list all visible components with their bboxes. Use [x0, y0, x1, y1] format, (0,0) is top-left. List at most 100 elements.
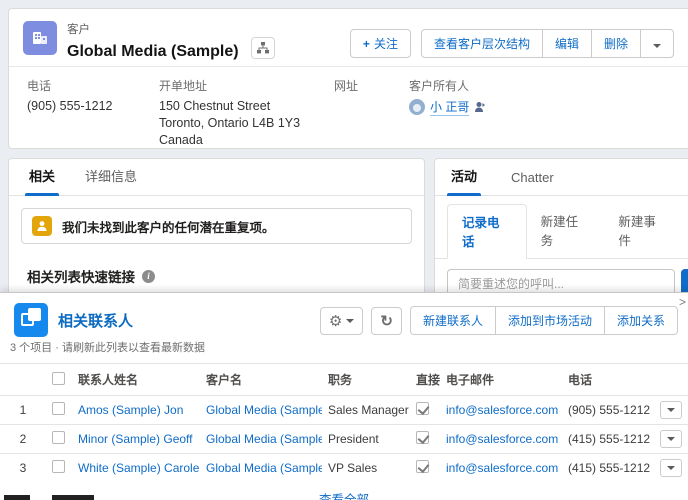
contact-name-link[interactable]: Minor (Sample) Geoff [78, 432, 193, 446]
related-contacts-panel: > 相关联系人 新建联系人 添加到市场活动 添加关系 3 个项目 · 请刷新此列… [0, 292, 688, 500]
contact-name-link[interactable]: Amos (Sample) Jon [78, 403, 183, 417]
account-icon [23, 21, 57, 55]
highlights-panel: 电话 (905) 555-1212 开单地址 150 Chestnut Stre… [9, 67, 688, 149]
row-actions-button[interactable] [660, 430, 682, 448]
record-actions: + 关注 查看客户层次结构 编辑 删除 [349, 29, 674, 58]
add-relationship-button[interactable]: 添加关系 [603, 306, 678, 335]
tab-chatter[interactable]: Chatter [511, 170, 554, 195]
account-name-link[interactable]: Global Media (Sample) [206, 461, 322, 475]
composer-tabs: 记录电话 新建任务 新建事件 [435, 196, 688, 259]
direct-checkbox [416, 431, 429, 444]
row-number-header [0, 363, 46, 396]
contact-name-link[interactable]: White (Sample) Carole [78, 461, 199, 475]
view-all-link[interactable]: 查看全部 [319, 493, 369, 500]
quick-links-title: 相关列表快速链接 [27, 270, 135, 285]
add-to-campaign-button[interactable]: 添加到市场活动 [494, 306, 604, 335]
table-row: 2 Minor (Sample) Geoff Global Media (Sam… [0, 424, 688, 454]
building-glyph [33, 32, 47, 44]
billing-address-field: 开单地址 150 Chestnut Street Toronto, Ontari… [159, 77, 334, 149]
col-direct[interactable]: 直接 [410, 363, 440, 396]
contact-title: Sales Manager [322, 395, 410, 425]
list-settings-button[interactable] [319, 306, 364, 335]
delete-button[interactable]: 删除 [590, 29, 640, 58]
info-icon[interactable]: i [142, 269, 155, 283]
billing-address-label: 开单地址 [159, 79, 208, 93]
billing-address-line1: 150 Chestnut Street [159, 99, 271, 113]
related-contacts-title: 相关联系人 [58, 313, 134, 330]
more-actions-button[interactable] [640, 29, 674, 58]
phone-label: 电话 [27, 79, 52, 93]
edit-button[interactable]: 编辑 [541, 29, 591, 58]
record-header-row: 客户 Global Media (Sample) + 关注 查看客户层次结构 编辑 [9, 9, 688, 67]
phone-value: (905) 555-1212 [27, 99, 113, 113]
account-owner-field: 客户所有人 小 正哥 [409, 77, 486, 149]
refresh-icon [380, 312, 393, 330]
contact-phone: (905) 555-1212 [562, 395, 654, 425]
row-checkbox[interactable] [52, 431, 65, 444]
plus-icon: + [362, 37, 370, 51]
row-number: 3 [0, 453, 46, 482]
panel-expand-chevron-icon[interactable]: > [679, 295, 686, 309]
account-name-link[interactable]: Global Media (Sample) [206, 432, 322, 446]
tab-related[interactable]: 相关 [24, 166, 60, 196]
contact-title: VP Sales [322, 453, 410, 482]
email-link[interactable]: info@salesforce.com [446, 403, 558, 417]
contact-phone: (415) 555-1212 [562, 453, 654, 482]
row-checkbox[interactable] [52, 402, 65, 415]
record-header-card: 客户 Global Media (Sample) + 关注 查看客户层次结构 编辑 [8, 8, 688, 149]
contact-title: President [322, 424, 410, 454]
follow-button[interactable]: + 关注 [349, 29, 411, 58]
billing-address-line2: Toronto, Ontario L4B 1Y3 [159, 115, 301, 130]
hierarchy-icon [257, 42, 270, 54]
table-row: 1 Amos (Sample) Jon Global Media (Sample… [0, 395, 688, 425]
col-title[interactable]: 职务 [322, 363, 410, 396]
direct-checkbox [416, 402, 429, 415]
col-contact-name[interactable]: 联系人姓名 [72, 363, 200, 396]
view-account-hierarchy-button[interactable]: 查看客户层次结构 [420, 29, 542, 58]
refresh-button[interactable] [371, 306, 402, 335]
hierarchy-icon-button[interactable] [251, 37, 276, 59]
related-contacts-subtitle: 3 个项目 · 请刷新此列表以查看最新数据 [10, 342, 205, 354]
col-email[interactable]: 电子邮件 [440, 363, 562, 396]
account-name-link[interactable]: Global Media (Sample) [206, 403, 322, 417]
tab-new-event[interactable]: 新建事件 [604, 204, 682, 258]
chevron-down-icon [653, 43, 661, 48]
table-row: 3 White (Sample) Carole Global Media (Sa… [0, 453, 688, 482]
row-checkbox[interactable] [52, 460, 65, 473]
row-actions-button[interactable] [660, 401, 682, 419]
tab-activity[interactable]: 活动 [446, 166, 482, 196]
quick-links-title-row: 相关列表快速链接 i [9, 256, 424, 290]
tab-details[interactable]: 详细信息 [85, 166, 137, 195]
row-actions-button[interactable] [660, 459, 682, 477]
chevron-down-icon [667, 437, 675, 441]
change-owner-icon[interactable] [474, 101, 486, 113]
related-contacts-actions: 新建联系人 添加到市场活动 添加关系 [319, 306, 678, 335]
page-title: Global Media (Sample) [67, 43, 239, 60]
chevron-down-icon [667, 408, 675, 412]
related-contacts-button-group: 新建联系人 添加到市场活动 添加关系 [409, 306, 678, 335]
col-account-name[interactable]: 客户名 [200, 363, 322, 396]
owner-link[interactable]: 小 正哥 [430, 98, 470, 116]
related-contacts-header: 相关联系人 新建联系人 添加到市场活动 添加关系 [0, 293, 688, 337]
col-actions [654, 363, 688, 396]
new-contact-button[interactable]: 新建联系人 [409, 306, 495, 335]
row-number: 1 [0, 395, 46, 425]
chevron-down-icon [346, 318, 355, 323]
record-action-group: 查看客户层次结构 编辑 删除 [420, 29, 674, 58]
duplicate-alert-text: 我们未找到此客户的任何潜在重复项。 [62, 220, 275, 235]
tab-log-a-call[interactable]: 记录电话 [447, 204, 527, 259]
website-label: 网址 [334, 79, 359, 93]
cutoff-bottom-glyphs [0, 494, 120, 500]
contact-phone: (415) 555-1212 [562, 424, 654, 454]
col-phone[interactable]: 电话 [562, 363, 654, 396]
email-link[interactable]: info@salesforce.com [446, 461, 558, 475]
chevron-down-icon [667, 466, 675, 470]
billing-address-line3: Canada [159, 132, 203, 147]
phone-field: 电话 (905) 555-1212 [27, 77, 159, 149]
email-link[interactable]: info@salesforce.com [446, 432, 558, 446]
tab-new-task[interactable]: 新建任务 [527, 204, 605, 258]
account-owner-label: 客户所有人 [409, 79, 470, 93]
select-all-checkbox[interactable] [52, 371, 65, 385]
table-header-row: 联系人姓名 客户名 职务 直接 电子邮件 电话 [0, 363, 688, 396]
direct-checkbox [416, 460, 429, 473]
